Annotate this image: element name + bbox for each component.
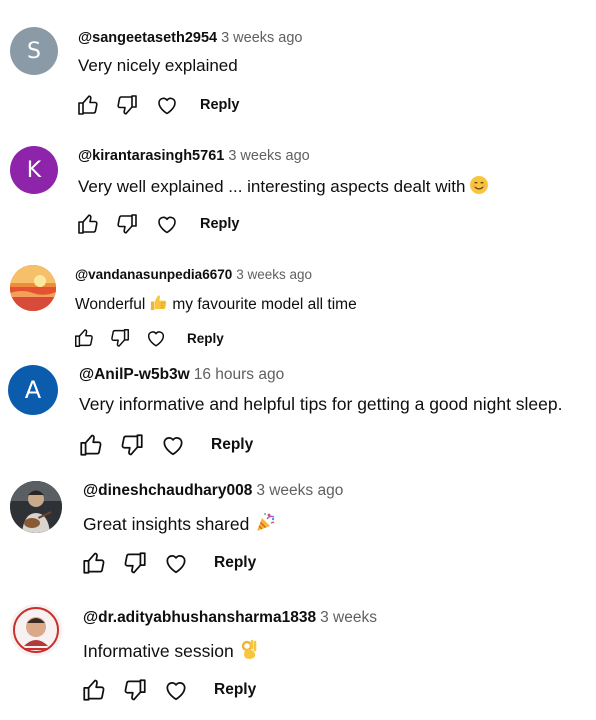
comment-text: Very well explained ... interesting aspe… [78,175,489,200]
comment-author[interactable]: @kirantarasingh5761 [78,148,224,164]
comment-actions: Reply [72,326,224,350]
reply-button[interactable]: Reply [200,97,240,113]
avatar-letter: S [27,38,41,64]
like-icon[interactable] [77,431,105,459]
reply-button[interactable]: Reply [214,554,256,572]
comment-meta: @AnilP-w5b3w 16 hours ago [79,366,284,384]
comment-author[interactable]: @vandanasunpedia6670 [75,267,232,282]
comment-time[interactable]: 16 hours ago [194,366,285,383]
comment-actions: Reply [80,676,256,704]
heart-icon[interactable] [162,549,190,577]
heart-icon[interactable] [159,431,187,459]
comment-meta: @kirantarasingh5761 3 weeks ago [78,148,310,164]
reply-button[interactable]: Reply [211,436,253,454]
comment-time[interactable]: 3 weeks ago [256,482,343,499]
sunset-avatar-image [10,265,56,311]
comment-meta: @dr.adityabhushansharma1838 3 weeks [83,609,377,627]
comment-text-before: Wonderful [75,296,146,313]
comment-text: Very nicely explained [78,56,238,75]
reply-button[interactable]: Reply [187,331,224,346]
avatar[interactable]: K [10,146,58,194]
thumbs-up-emoji [149,293,168,317]
comment-author[interactable]: @dineshchaudhary008 [83,482,252,499]
comment-author[interactable]: @dr.adityabhushansharma1838 [83,609,316,626]
ok-hand-emoji [240,638,258,665]
portrait-avatar-image [10,604,62,656]
comment-author[interactable]: @AnilP-w5b3w [79,366,190,383]
avatar[interactable] [10,604,62,656]
comment-meta: @dineshchaudhary008 3 weeks ago [83,482,343,500]
heart-icon[interactable] [162,676,190,704]
heart-icon[interactable] [144,326,168,350]
comment-author[interactable]: @sangeetaseth2954 [78,30,217,46]
dislike-icon[interactable] [121,676,149,704]
avatar-letter: K [26,157,42,183]
comment-actions: Reply [75,92,240,118]
comment-time[interactable]: 3 weeks ago [228,148,309,164]
comment-text: Very informative and helpful tips for ge… [79,394,563,414]
comment-time[interactable]: 3 weeks ago [221,30,302,46]
dislike-icon[interactable] [114,92,140,118]
comment-actions: Reply [77,431,253,459]
party-popper-emoji [255,511,277,538]
comment-text-content: Great insights shared [83,514,250,534]
comment-text: Great insights shared [83,511,277,538]
avatar[interactable] [10,481,62,533]
avatar[interactable]: S [10,27,58,75]
comment-time[interactable]: 3 weeks [320,609,377,626]
person-with-guitar-avatar-image [10,481,62,533]
dislike-icon[interactable] [121,549,149,577]
like-icon[interactable] [72,326,96,350]
dislike-icon[interactable] [114,211,140,237]
comment-text-content: Informative session [83,641,234,661]
heart-icon[interactable] [154,92,180,118]
comment-text-after: my favourite model all time [172,296,357,313]
smiling-face-emoji [469,175,489,200]
avatar[interactable] [10,265,56,311]
dislike-icon[interactable] [118,431,146,459]
reply-button[interactable]: Reply [214,681,256,699]
like-icon[interactable] [75,211,101,237]
comment-text: Informative session [83,638,258,665]
comment-text-content: Very well explained ... interesting aspe… [78,177,466,196]
reply-button[interactable]: Reply [200,216,240,232]
avatar-letter: A [24,376,42,404]
like-icon[interactable] [80,676,108,704]
comment-meta: @vandanasunpedia6670 3 weeks ago [75,267,312,282]
comment-time[interactable]: 3 weeks ago [236,267,312,282]
comment-actions: Reply [80,549,256,577]
avatar[interactable]: A [8,365,58,415]
comment-text: Wonderful my favourite model all time [75,293,357,317]
heart-icon[interactable] [154,211,180,237]
dislike-icon[interactable] [108,326,132,350]
like-icon[interactable] [80,549,108,577]
comment-actions: Reply [75,211,240,237]
like-icon[interactable] [75,92,101,118]
comment-meta: @sangeetaseth2954 3 weeks ago [78,30,303,46]
